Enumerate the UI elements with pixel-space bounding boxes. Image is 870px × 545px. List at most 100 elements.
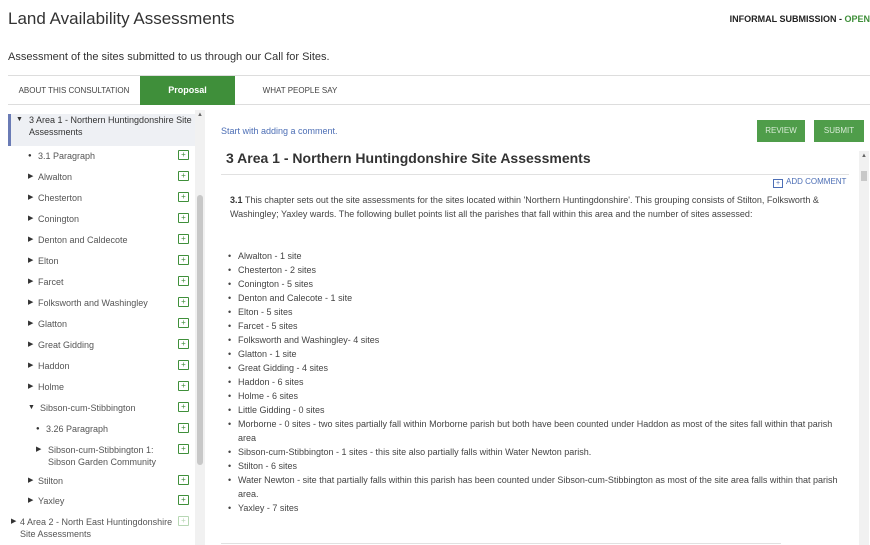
collapsed-caret-icon[interactable]: ▶ [28,255,33,267]
paragraph-text: This chapter sets out the site assessmen… [230,195,819,219]
add-comment-icon[interactable]: + [178,276,189,286]
collapsed-caret-icon[interactable]: ▶ [36,444,41,456]
tab-what-people-say[interactable]: WHAT PEOPLE SAY [235,76,365,105]
add-comment-icon[interactable]: + [178,381,189,391]
scroll-up-arrow-icon[interactable]: ▲ [197,112,203,118]
expanded-caret-icon[interactable]: ▼ [28,402,35,414]
add-comment-icon[interactable]: + [178,255,189,265]
collapsed-caret-icon[interactable]: ▶ [28,339,33,351]
tab-proposal[interactable]: Proposal [140,76,235,105]
add-comment-icon[interactable]: + [178,150,189,160]
tab-about-consultation[interactable]: ABOUT THIS CONSULTATION [8,76,140,105]
add-comment-icon[interactable]: + [178,234,189,244]
sidebar-item-label: Holme [38,382,65,392]
heading-divider [221,174,849,175]
add-comment-icon[interactable]: + [178,339,189,349]
collapsed-caret-icon[interactable]: ▶ [28,475,33,487]
collapsed-caret-icon[interactable]: ▶ [28,213,33,225]
sidebar-item-label: Yaxley [38,496,65,506]
sidebar-item-label: Sibson-cum-Stibbington [40,403,136,413]
list-item: Glatton - 1 site [228,347,848,361]
list-item: Great Gidding - 4 sites [228,361,848,375]
parish-site-list: Alwalton - 1 site Chesterton - 2 sites C… [228,249,848,515]
list-item: Elton - 5 sites [228,305,848,319]
page-subtitle: Assessment of the sites submitted to us … [8,51,330,63]
section-heading: 3 Area 1 - Northern Huntingdonshire Site… [226,150,591,166]
sidebar-item-label: Stilton [38,476,64,486]
content-scroll-thumb[interactable] [861,171,867,181]
collapsed-caret-icon[interactable]: ▶ [28,192,33,204]
add-comment-icon[interactable]: + [178,192,189,202]
sidebar-item-area-2[interactable]: ▶ 4 Area 2 - North East Huntingdonshire … [8,516,196,542]
collapsed-caret-icon[interactable]: ▶ [28,495,33,507]
list-item: Folksworth and Washingley- 4 sites [228,333,848,347]
document-content: 3 Area 1 - Northern Huntingdonshire Site… [215,145,860,545]
sidebar-tree: ▼ 3 Area 1 - Northern Huntingdonshire Si… [8,110,205,545]
bullet-icon: ● [28,153,32,159]
start-comment-link[interactable]: Start with adding a comment. [221,126,338,136]
sidebar-item-area-1[interactable]: ▼ 3 Area 1 - Northern Huntingdonshire Si… [8,114,196,146]
sidebar-item-label: Haddon [38,361,70,371]
list-item: Alwalton - 1 site [228,249,848,263]
list-item: Haddon - 6 sites [228,375,848,389]
add-comment-icon[interactable]: + [178,318,189,328]
status-value: OPEN [844,14,870,24]
sidebar-item-label: Alwalton [38,172,73,182]
collapsed-caret-icon[interactable]: ▶ [28,318,33,330]
sidebar-item-label: Folksworth and Washingley [38,298,148,308]
expanded-caret-icon[interactable]: ▼ [16,114,23,126]
list-item: Denton and Calecote - 1 site [228,291,848,305]
sidebar-item-label: Sibson-cum-Stibbington 1: Sibson Garden … [48,445,157,467]
add-comment-icon[interactable]: + [178,475,189,485]
review-button[interactable]: REVIEW [757,120,805,142]
add-comment-icon[interactable]: + [178,423,189,433]
content-bottom-divider [221,543,781,544]
collapsed-caret-icon[interactable]: ▶ [28,276,33,288]
add-comment-icon[interactable]: + [178,444,189,454]
add-comment-icon[interactable]: + [178,213,189,223]
page-title: Land Availability Assessments [8,9,235,28]
sidebar-item-label: Elton [38,256,59,266]
list-item: Yaxley - 7 sites [228,501,848,515]
sidebar-item-label: 3 Area 1 - Northern Huntingdonshire Site… [29,115,192,137]
add-comment-icon[interactable]: + [178,516,189,526]
list-item: Farcet - 5 sites [228,319,848,333]
sidebar-item-label: Great Gidding [38,340,95,350]
add-comment-icon[interactable]: + [178,360,189,370]
collapsed-caret-icon[interactable]: ▶ [28,381,33,393]
collapsed-caret-icon[interactable]: ▶ [28,297,33,309]
sidebar-scroll-thumb[interactable] [197,195,203,465]
sidebar-scrollbar[interactable]: ▲ [195,110,205,545]
add-comment-icon[interactable]: + [178,297,189,307]
list-item: Stilton - 6 sites [228,459,848,473]
sidebar-item-label: Glatton [38,319,68,329]
list-item: Morborne - 0 sites - two sites partially… [228,417,848,445]
list-item: Sibson-cum-Stibbington - 1 sites - this … [228,445,848,459]
sidebar-item-label: Chesterton [38,193,83,203]
list-item: Conington - 5 sites [228,277,848,291]
add-comment-label: ADD COMMENT [786,177,847,186]
content-scrollbar[interactable]: ▲ [859,151,869,545]
submit-button[interactable]: SUBMIT [814,120,864,142]
paragraph-number: 3.1 [230,195,243,205]
add-comment-button[interactable]: + ADD COMMENT [773,177,846,188]
sidebar-item-label: Denton and Caldecote [38,235,128,245]
sidebar-item-label: Farcet [38,277,64,287]
tab-bar: ABOUT THIS CONSULTATION Proposal WHAT PE… [8,75,870,105]
scroll-up-arrow-icon[interactable]: ▲ [861,153,867,159]
list-item: Water Newton - site that partially falls… [228,473,848,501]
consultation-status: INFORMAL SUBMISSION - OPEN [730,14,870,24]
bullet-icon: ● [36,426,40,432]
add-comment-icon[interactable]: + [178,495,189,505]
collapsed-caret-icon[interactable]: ▶ [28,234,33,246]
add-comment-icon[interactable]: + [178,402,189,412]
sidebar-item-sibson-garden-community[interactable]: ▶ Sibson-cum-Stibbington 1: Sibson Garde… [8,444,196,470]
collapsed-caret-icon[interactable]: ▶ [11,516,16,528]
collapsed-caret-icon[interactable]: ▶ [28,360,33,372]
collapsed-caret-icon[interactable]: ▶ [28,171,33,183]
add-comment-icon[interactable]: + [178,171,189,181]
main-panel: Start with adding a comment. REVIEW SUBM… [215,110,870,545]
sidebar-item-label: 3.26 Paragraph [46,424,109,434]
list-item: Chesterton - 2 sites [228,263,848,277]
sidebar-item-label: 3.1 Paragraph [38,151,96,161]
